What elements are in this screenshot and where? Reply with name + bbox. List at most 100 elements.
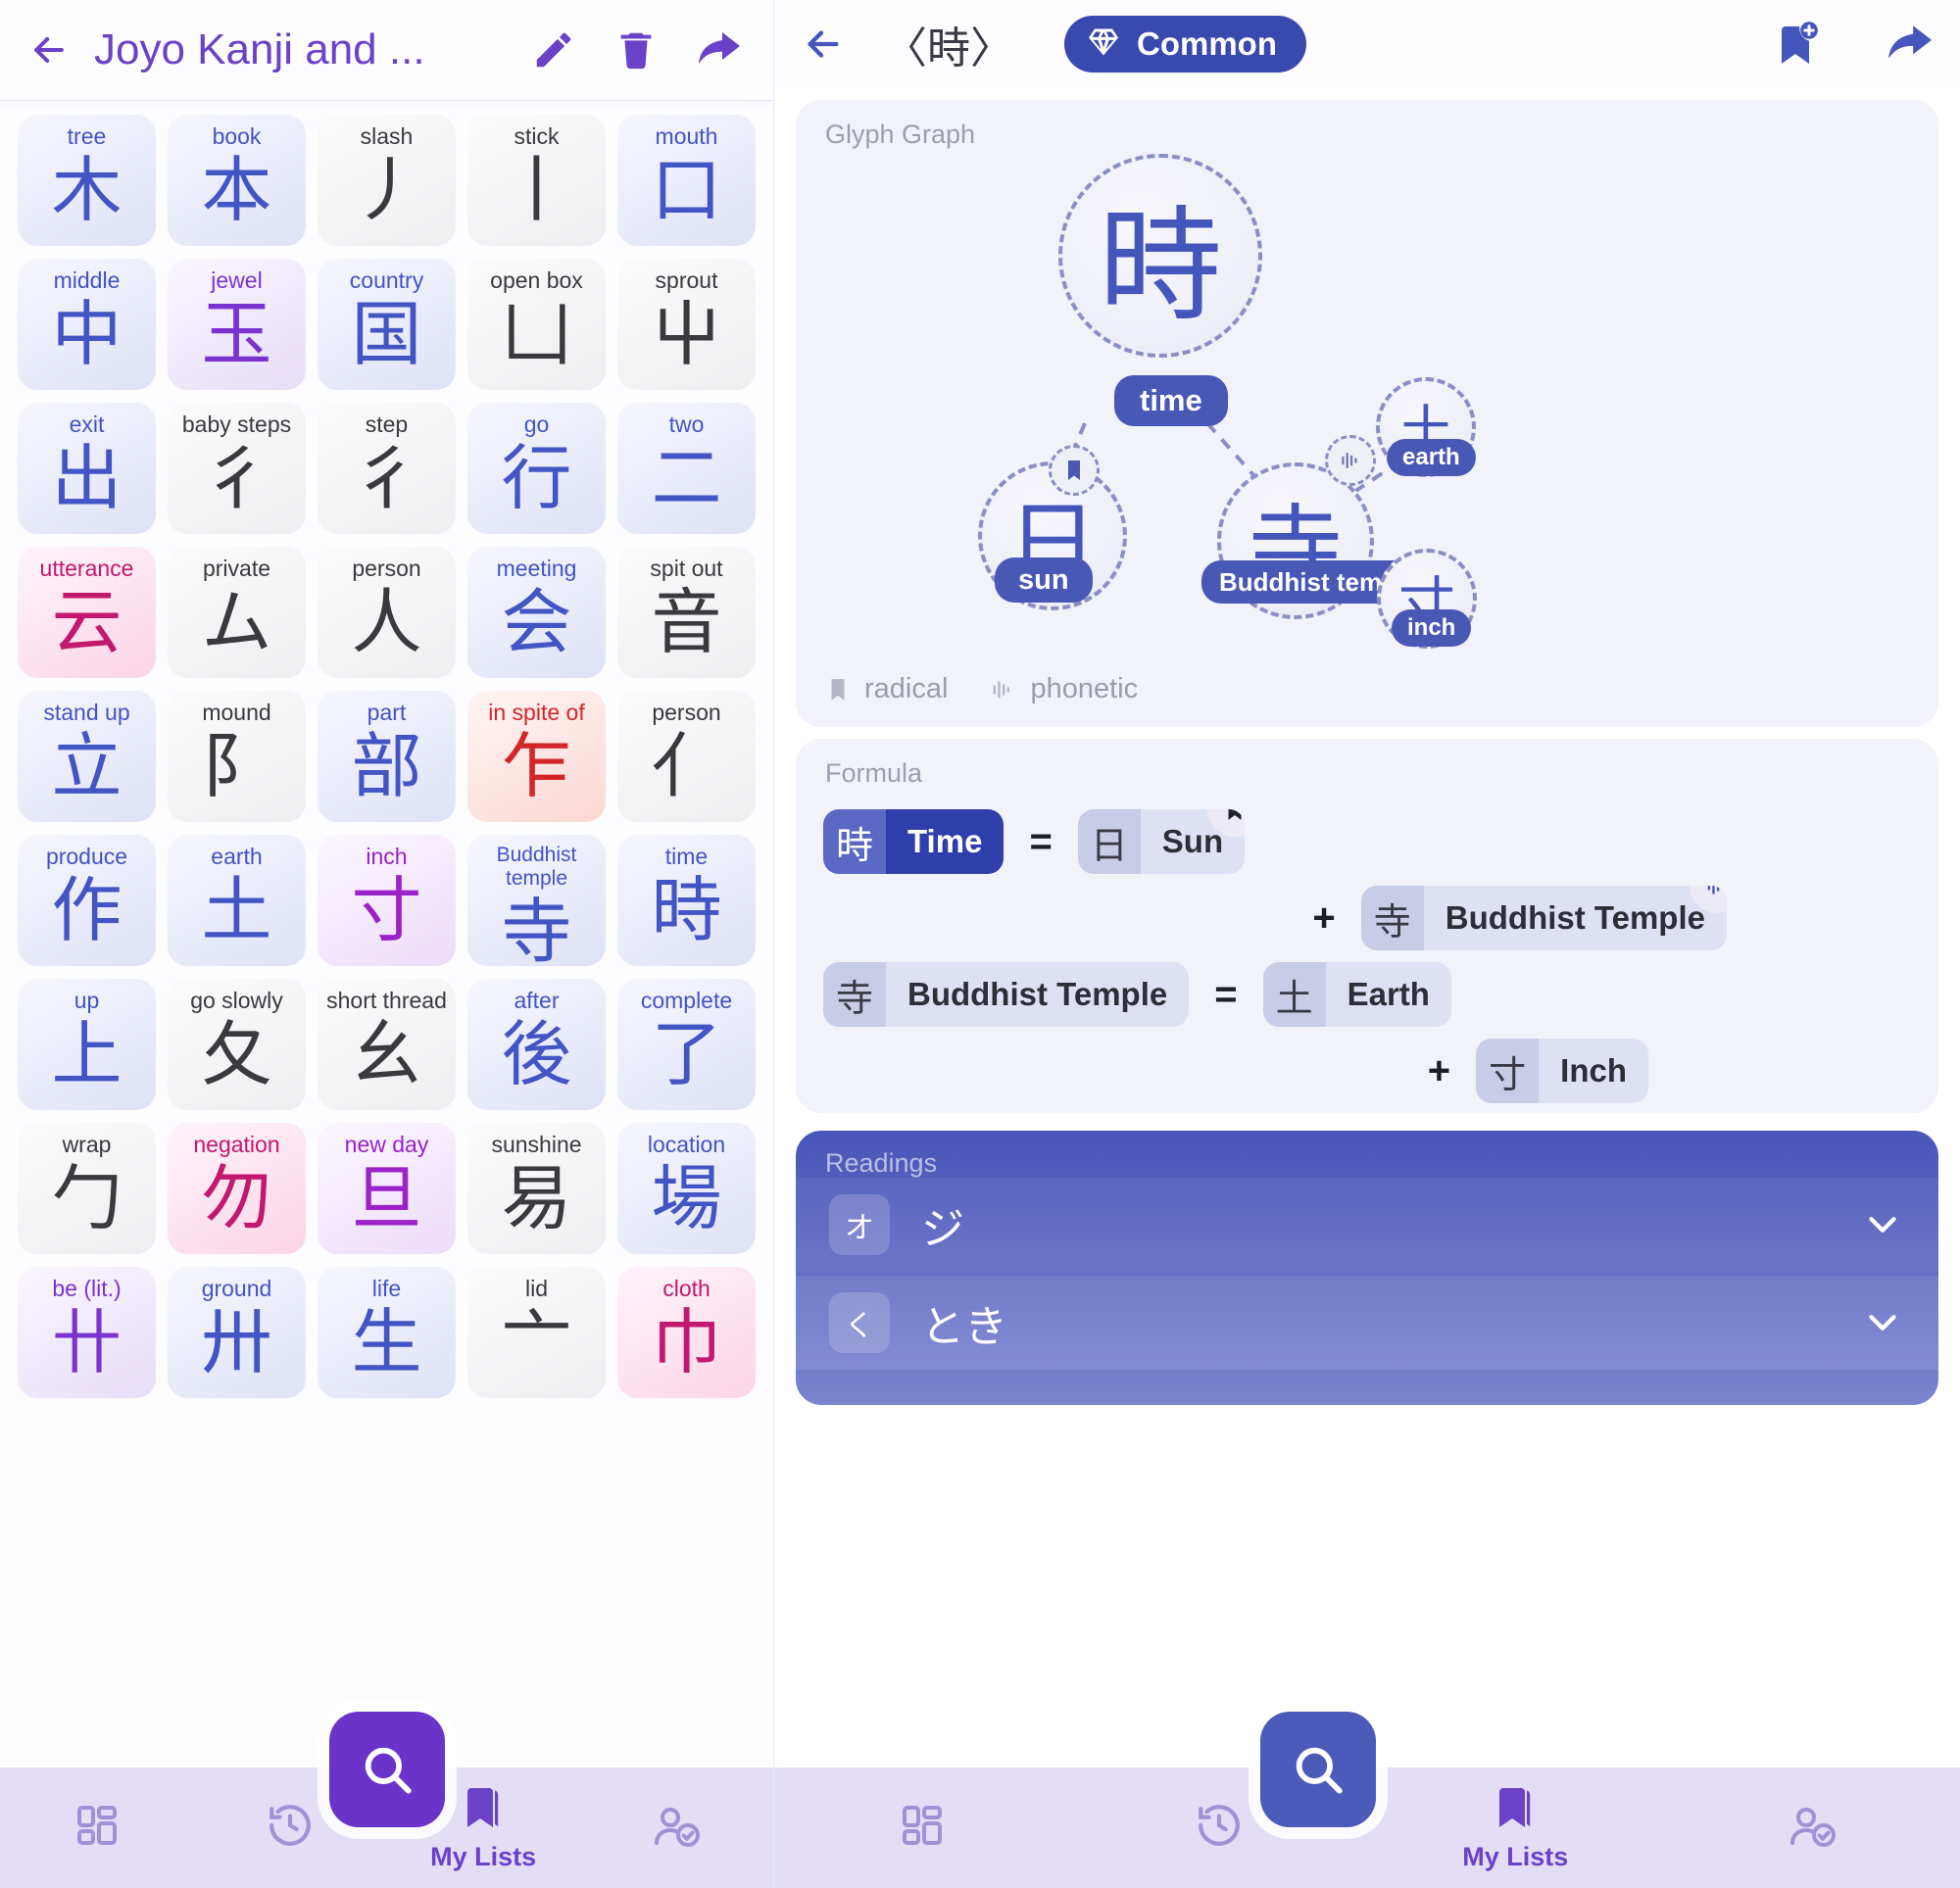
kanji-card[interactable]: tree 木 — [18, 115, 156, 246]
formula-chip-char: 土 — [1262, 962, 1326, 1027]
kanji-card[interactable]: private ム — [168, 547, 306, 678]
readings-title: Readings — [825, 1148, 938, 1178]
kanji-card[interactable]: wrap 勹 — [18, 1123, 156, 1254]
formula-row: 寺 Buddhist Temple = 土 Earth — [823, 956, 1911, 1033]
kanji-card[interactable]: person 人 — [318, 547, 456, 678]
kanji-card[interactable]: produce 作 — [18, 835, 156, 966]
kanji-card[interactable]: part 部 — [318, 691, 456, 822]
kanji-card[interactable]: country 国 — [318, 259, 456, 390]
status-badge[interactable]: Common — [1064, 16, 1306, 73]
kanji-card-label: ground — [201, 1276, 272, 1301]
trash-icon[interactable] — [607, 21, 665, 79]
kanji-card[interactable]: life 生 — [318, 1267, 456, 1398]
pencil-icon[interactable] — [524, 21, 583, 79]
kanji-card[interactable]: ground 卅 — [168, 1267, 306, 1398]
kanji-card[interactable]: stand up 立 — [18, 691, 156, 822]
reading-row[interactable]: く とき — [796, 1276, 1938, 1370]
kanji-card[interactable]: person 亻 — [617, 691, 756, 822]
glyph-graph-canvas[interactable]: 時 time 日 sun 寺 Buddhist temple 土 earth 寸… — [796, 100, 1938, 727]
kanji-card[interactable]: short thread 幺 — [318, 979, 456, 1110]
formula-chip[interactable]: 時 Time — [823, 809, 1004, 874]
bookmark-add-icon[interactable] — [1766, 15, 1825, 73]
formula-chip[interactable]: 寺 Buddhist Temple — [1360, 886, 1727, 950]
kanji-card[interactable]: jewel 玉 — [168, 259, 306, 390]
nav-item-dashboard[interactable] — [774, 1767, 1071, 1888]
kanji-card[interactable]: negation 勿 — [168, 1123, 306, 1254]
reading-row[interactable]: オ ジ — [796, 1178, 1938, 1272]
kanji-card[interactable]: in spite of 乍 — [467, 691, 606, 822]
kanji-card-label: stand up — [43, 700, 130, 725]
kanji-card[interactable]: sprout 屮 — [617, 259, 756, 390]
kanji-card-char: 口 — [651, 149, 722, 231]
kanji-grid-scroll[interactable]: tree 木 book 本 slash 丿 stick 丨 mouth 口 middle 中 jewel… — [0, 101, 773, 1888]
kanji-card[interactable]: up 上 — [18, 979, 156, 1110]
share-icon[interactable] — [1880, 15, 1938, 73]
kanji-card[interactable]: inch 寸 — [318, 835, 456, 966]
kanji-card[interactable]: location 場 — [617, 1123, 756, 1254]
kanji-card[interactable]: cloth 巾 — [617, 1267, 756, 1398]
kanji-card[interactable]: spit out 音 — [617, 547, 756, 678]
nav-item-my-lists[interactable]: My Lists — [1367, 1767, 1664, 1888]
kanji-card[interactable]: meeting 会 — [467, 547, 606, 678]
kanji-card-label: life — [371, 1276, 402, 1301]
kanji-card[interactable]: complete 了 — [617, 979, 756, 1110]
chevron-down-icon[interactable] — [1860, 1300, 1905, 1345]
share-icon[interactable] — [689, 21, 748, 79]
kanji-card[interactable]: time 時 — [617, 835, 756, 966]
search-fab-right[interactable] — [1260, 1712, 1376, 1827]
graph-node-char: 時 — [1099, 194, 1222, 338]
nav-item-account[interactable] — [580, 1767, 773, 1888]
nav-label-my-lists: My Lists — [1462, 1841, 1569, 1871]
kanji-card[interactable]: middle 中 — [18, 259, 156, 390]
kanji-card[interactable]: utterance 云 — [18, 547, 156, 678]
kanji-card[interactable]: Buddhist temple 寺 — [467, 835, 606, 966]
back-arrow-icon[interactable] — [798, 19, 849, 70]
search-fab-left[interactable] — [329, 1712, 445, 1827]
kanji-card[interactable]: earth 土 — [168, 835, 306, 966]
kanji-card[interactable]: stick 丨 — [467, 115, 606, 246]
glyph-graph-card[interactable]: Glyph Graph 時 time 日 sun 寺 Buddhist temp… — [796, 100, 1938, 727]
nav-item-account[interactable] — [1664, 1767, 1960, 1888]
kanji-card-char: 巾 — [651, 1301, 722, 1383]
chevron-down-icon[interactable] — [1860, 1202, 1905, 1247]
formula-chip[interactable]: 土 Earth — [1262, 962, 1451, 1027]
kanji-card[interactable]: after 後 — [467, 979, 606, 1110]
formula-chip[interactable]: 寸 Inch — [1476, 1039, 1648, 1103]
kanji-card[interactable]: exit 出 — [18, 403, 156, 534]
kanji-card-label: cloth — [662, 1276, 710, 1301]
kanji-card[interactable]: go 行 — [467, 403, 606, 534]
kanji-card-label: inch — [366, 844, 408, 869]
kanji-card-label: after — [514, 988, 560, 1013]
nav-item-dashboard[interactable] — [0, 1767, 193, 1888]
kanji-card-char: 玉 — [201, 293, 272, 375]
kanji-list-panel: Joyo Kanji and ... tree 木 book 本 slash 丿 stick… — [0, 0, 774, 1888]
formula-chip-label: Buddhist Temple — [1423, 886, 1727, 950]
graph-node-time[interactable]: 時 — [1058, 154, 1262, 358]
kanji-card[interactable]: mouth 口 — [617, 115, 756, 246]
kanji-card-char: 出 — [51, 437, 122, 519]
kanji-grid: tree 木 book 本 slash 丿 stick 丨 mouth 口 middle 中 jewel… — [18, 115, 756, 1398]
kanji-card-label: go slowly — [190, 988, 283, 1013]
back-arrow-icon[interactable] — [25, 26, 73, 73]
kanji-card[interactable]: be (lit.) 卄 — [18, 1267, 156, 1398]
kanji-card[interactable]: lid 亠 — [467, 1267, 606, 1398]
kanji-card[interactable]: sunshine 易 — [467, 1123, 606, 1254]
kanji-card[interactable]: two 二 — [617, 403, 756, 534]
account-check-icon — [651, 1801, 702, 1855]
app-root: Joyo Kanji and ... tree 木 book 本 slash 丿 stick… — [0, 0, 1960, 1888]
formula-chip[interactable]: 寺 Buddhist Temple — [823, 962, 1190, 1027]
kanji-card[interactable]: book 本 — [168, 115, 306, 246]
kanji-card[interactable]: new day 旦 — [318, 1123, 456, 1254]
kanji-card[interactable]: mound 阝 — [168, 691, 306, 822]
kanji-card-label: mouth — [655, 123, 718, 149]
kanji-card-char: 阝 — [201, 725, 272, 807]
kanji-card[interactable]: baby steps 彳 — [168, 403, 306, 534]
kanji-card[interactable]: step 彳 — [318, 403, 456, 534]
kanji-card[interactable]: go slowly 夂 — [168, 979, 306, 1110]
legend-radical-label: radical — [864, 673, 949, 704]
formula-chip[interactable]: 日 Sun — [1077, 809, 1246, 874]
kanji-card[interactable]: slash 丿 — [318, 115, 456, 246]
kanji-card[interactable]: open box 凵 — [467, 259, 606, 390]
kanji-card-char: 本 — [201, 149, 272, 231]
kanji-card-label: tree — [67, 123, 107, 149]
